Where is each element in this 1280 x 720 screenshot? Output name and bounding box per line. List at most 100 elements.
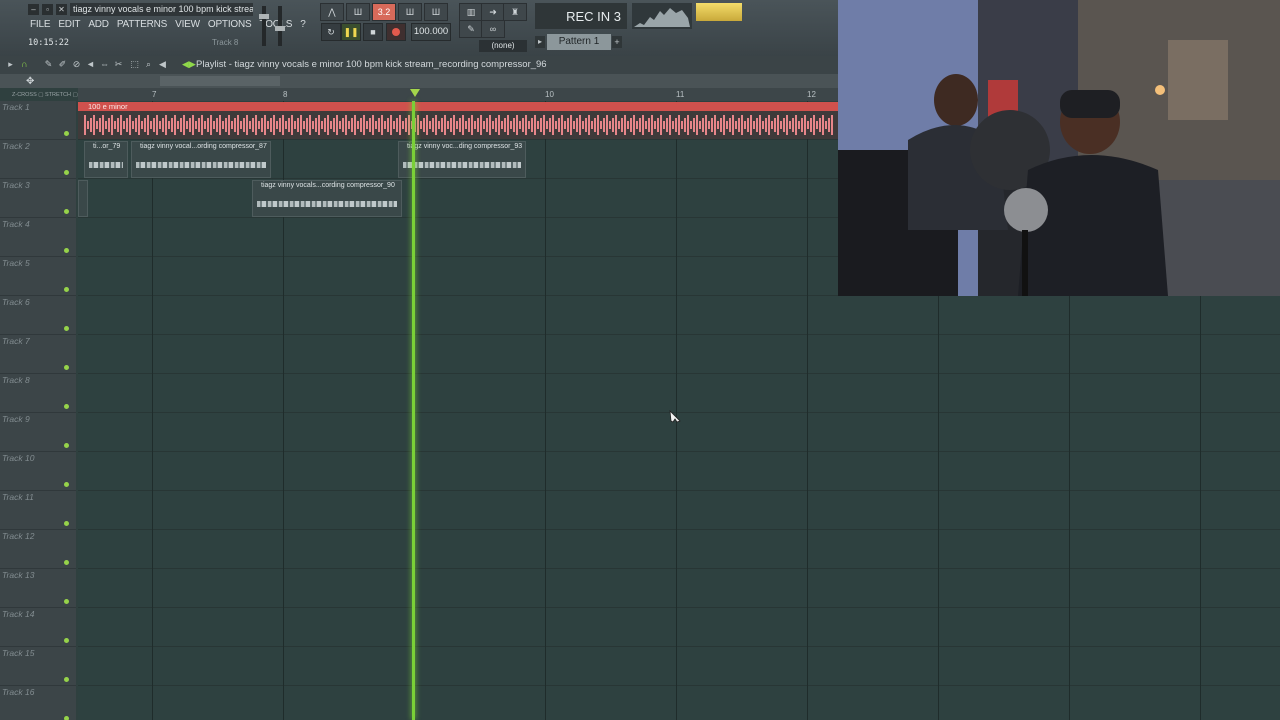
- stop-button[interactable]: ■: [363, 23, 383, 41]
- master-pitch-slider[interactable]: [275, 6, 285, 46]
- track-label: Track 1: [2, 102, 30, 112]
- pattern-prev-icon[interactable]: ▸: [535, 36, 545, 48]
- slip-tool-icon[interactable]: ⇔: [100, 60, 109, 69]
- menu-add[interactable]: ADD: [84, 18, 113, 32]
- track-label: Track 5: [2, 258, 30, 268]
- menu-edit[interactable]: EDIT: [54, 18, 84, 32]
- pattern-selector[interactable]: Pattern 1: [547, 34, 611, 50]
- step-edit-button[interactable]: Ш: [398, 3, 422, 21]
- countdown-button[interactable]: 3.2: [372, 3, 396, 21]
- track-header[interactable]: Track 14: [0, 608, 76, 647]
- ruler-bar: 7: [152, 90, 157, 99]
- audio-clip[interactable]: tiagz vinny vocal...ording compressor_87: [131, 141, 271, 178]
- tempo-display[interactable]: 100.000: [411, 23, 451, 41]
- track-mute-led[interactable]: [64, 326, 69, 331]
- master-volume-slider[interactable]: [259, 6, 269, 46]
- playlist-overview-scrollbar[interactable]: [0, 74, 838, 88]
- audio-clip[interactable]: [78, 180, 88, 217]
- track-label: Track 6: [2, 297, 30, 307]
- track-mute-led[interactable]: [64, 443, 69, 448]
- close-button[interactable]: ✕: [56, 4, 67, 15]
- magnet-snap-icon[interactable]: ∩: [20, 60, 29, 69]
- track-header[interactable]: Track 10: [0, 452, 76, 491]
- track-header[interactable]: Track 8: [0, 374, 76, 413]
- wait-input-button[interactable]: Ш: [346, 3, 370, 21]
- playback-tool-icon[interactable]: ◀: [158, 60, 167, 69]
- restore-button[interactable]: ▫: [42, 4, 53, 15]
- audio-clip[interactable]: tiagz vinny vocals...cording compressor_…: [252, 180, 402, 217]
- track-header[interactable]: Track 1: [0, 101, 76, 140]
- timeline-ruler[interactable]: [78, 88, 838, 101]
- draw-tool-icon[interactable]: ✎: [44, 60, 53, 69]
- playlist-arrow-icon[interactable]: ◀▶: [182, 60, 196, 69]
- blend-notes-button[interactable]: Ш: [424, 3, 448, 21]
- track-header[interactable]: Track 3: [0, 179, 76, 218]
- track-header[interactable]: Track 7: [0, 335, 76, 374]
- track-label: Track 4: [2, 219, 30, 229]
- track-header[interactable]: Track 13: [0, 569, 76, 608]
- audio-clip[interactable]: ti...or_79: [84, 141, 128, 178]
- track-header[interactable]: Track 16: [0, 686, 76, 720]
- track-mute-led[interactable]: [64, 131, 69, 136]
- minimize-button[interactable]: –: [28, 4, 39, 15]
- piano-keyboard-icon[interactable]: ▥: [459, 3, 483, 21]
- track-mute-led[interactable]: [64, 638, 69, 643]
- track-mute-led[interactable]: [64, 404, 69, 409]
- track-mute-led[interactable]: [64, 716, 69, 720]
- menu-view[interactable]: VIEW: [171, 18, 204, 32]
- track-mute-led[interactable]: [64, 170, 69, 175]
- peak-meter: [696, 3, 742, 21]
- track-mute-led[interactable]: [64, 287, 69, 292]
- song-time: 10:15:22: [28, 38, 69, 48]
- overview-thumb[interactable]: [160, 76, 280, 86]
- metronome-button[interactable]: ⋀: [320, 3, 344, 21]
- track-mute-led[interactable]: [64, 365, 69, 370]
- track-header[interactable]: Track 4: [0, 218, 76, 257]
- waveform: [84, 115, 833, 135]
- loop-mode-button[interactable]: ↻: [321, 23, 341, 41]
- pause-button[interactable]: ❚❚: [341, 23, 361, 41]
- playhead-marker[interactable]: [410, 89, 420, 97]
- select-tool-icon[interactable]: ⬚: [130, 60, 139, 69]
- track-header[interactable]: Track 9: [0, 413, 76, 452]
- mute-tool-icon[interactable]: ◄: [86, 60, 95, 69]
- slice-tool-icon[interactable]: ✂: [114, 60, 123, 69]
- zoom-tool-icon[interactable]: ⌕: [144, 60, 153, 69]
- audio-clip-100-e-minor[interactable]: 100 e minor: [78, 102, 838, 139]
- delete-tool-icon[interactable]: ⊘: [72, 60, 81, 69]
- microphone-icon[interactable]: ♜: [503, 3, 527, 21]
- audio-clip[interactable]: tiagz vinny voc...ding compressor_93: [398, 141, 526, 178]
- snap-selector[interactable]: (none): [479, 40, 527, 52]
- track-mute-led[interactable]: [64, 482, 69, 487]
- playlist-menu-icon[interactable]: ▸: [6, 60, 15, 69]
- track-header[interactable]: Track 11: [0, 491, 76, 530]
- track-mute-led[interactable]: [64, 677, 69, 682]
- menu-patterns[interactable]: PATTERNS: [113, 18, 171, 32]
- track-header[interactable]: Track 2: [0, 140, 76, 179]
- add-pattern-icon[interactable]: +: [612, 36, 622, 48]
- track-mute-led[interactable]: [64, 599, 69, 604]
- pencil-icon[interactable]: ✎: [459, 20, 483, 38]
- track-mute-led[interactable]: [64, 521, 69, 526]
- zoom-handle-icon[interactable]: ✥: [26, 76, 34, 87]
- track-mute-led[interactable]: [64, 248, 69, 253]
- track-mute-led[interactable]: [64, 560, 69, 565]
- track-header[interactable]: Track 5: [0, 257, 76, 296]
- x-cross-label: Z-CROSS ▢ STRETCH ▢: [12, 92, 78, 98]
- rec-countdown-display: REC IN 3: [535, 3, 627, 29]
- menu-options[interactable]: OPTIONS: [204, 18, 256, 32]
- menu-file[interactable]: FILE: [26, 18, 54, 32]
- track-header[interactable]: Track 12: [0, 530, 76, 569]
- track-header[interactable]: Track 15: [0, 647, 76, 686]
- track-header[interactable]: Track 6: [0, 296, 76, 335]
- menu-help[interactable]: ?: [296, 18, 309, 32]
- track-label: Track 2: [2, 141, 30, 151]
- record-button[interactable]: [386, 23, 406, 41]
- link-icon[interactable]: ∞: [481, 20, 505, 38]
- hint-bar: Track 8: [212, 38, 239, 47]
- paint-tool-icon[interactable]: ✐: [58, 60, 67, 69]
- webcam-overlay: [838, 0, 1280, 296]
- track-mute-led[interactable]: [64, 209, 69, 214]
- menu-bar: FILE EDIT ADD PATTERNS VIEW OPTIONS TOOL…: [26, 18, 310, 32]
- arrow-right-icon[interactable]: ➜: [481, 3, 505, 21]
